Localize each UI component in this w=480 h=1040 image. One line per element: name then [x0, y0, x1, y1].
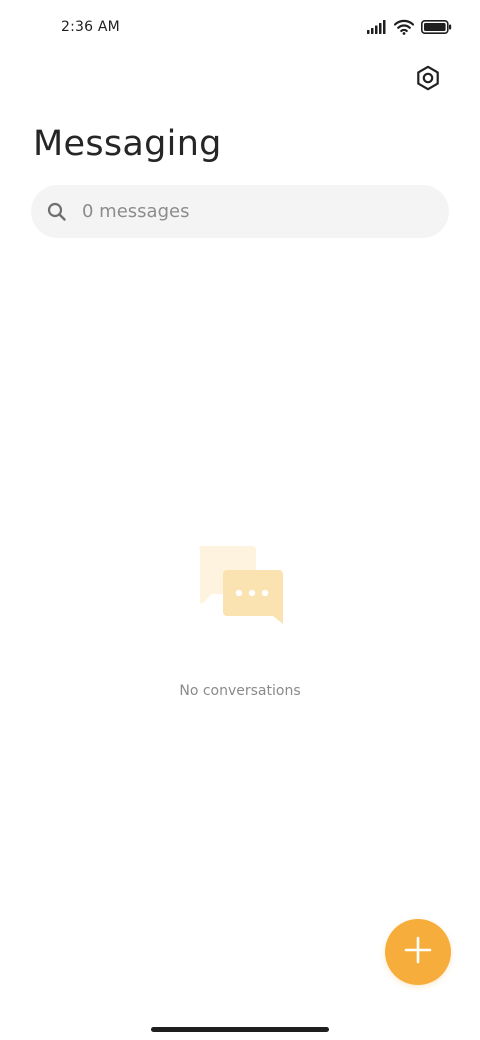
search-bar[interactable]: 0 messages	[31, 185, 449, 238]
plus-icon	[404, 936, 432, 968]
new-conversation-button[interactable]	[385, 919, 451, 985]
empty-state: No conversations	[0, 540, 480, 710]
settings-button[interactable]	[410, 62, 446, 98]
status-time: 2:36 AM	[61, 19, 120, 35]
search-icon	[46, 201, 68, 223]
search-placeholder: 0 messages	[82, 201, 190, 222]
status-icons	[367, 16, 452, 38]
empty-state-message: No conversations	[179, 683, 301, 699]
page-title: Messaging	[33, 124, 222, 164]
battery-icon	[421, 20, 452, 34]
messaging-screen: 2:36 AM Messaging 0 messages No conversa…	[0, 0, 480, 1040]
home-indicator[interactable]	[151, 1027, 329, 1032]
settings-icon	[415, 65, 441, 95]
chat-bubbles-icon	[194, 544, 286, 626]
wifi-icon	[394, 19, 414, 35]
status-bar: 2:36 AM	[0, 0, 480, 56]
signal-icon	[367, 20, 387, 34]
